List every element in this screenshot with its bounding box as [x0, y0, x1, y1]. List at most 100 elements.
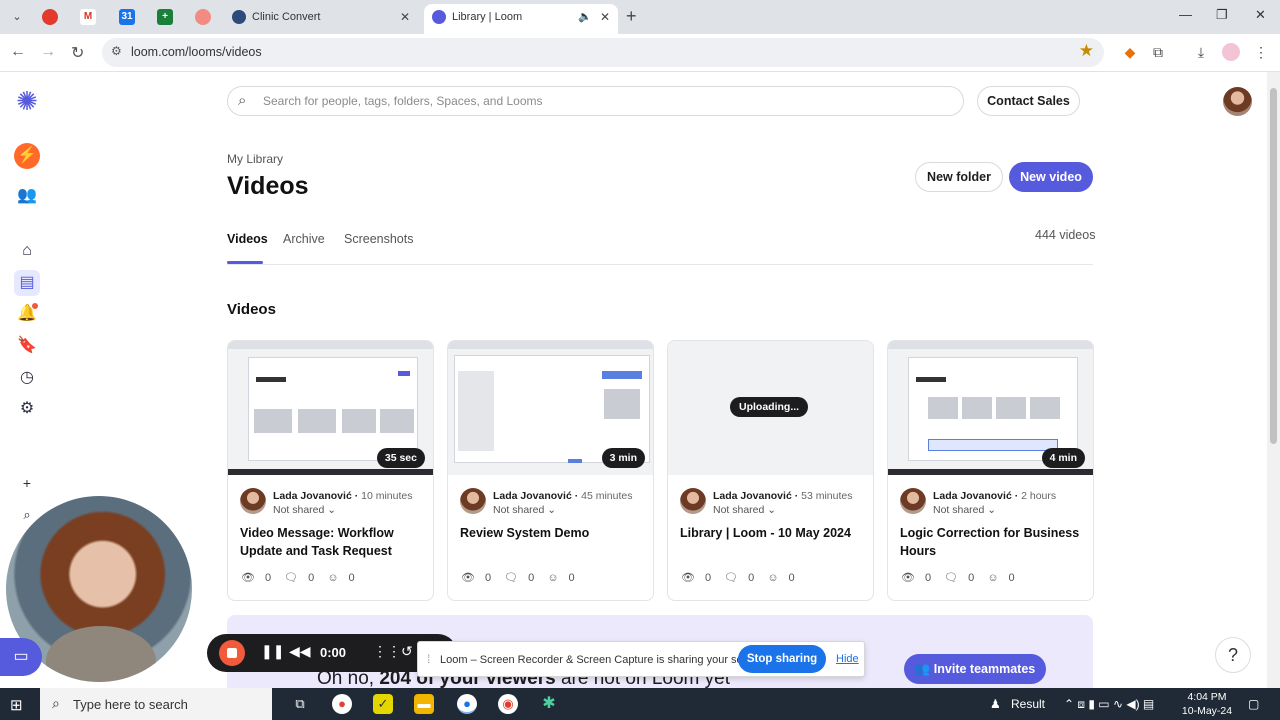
video-count: 444 videos: [1035, 228, 1096, 242]
tab-archive[interactable]: Archive: [283, 232, 325, 246]
search-input[interactable]: [263, 92, 943, 110]
duration-badge: 3 min: [601, 448, 645, 468]
user-avatar[interactable]: [1223, 87, 1252, 116]
loom-logo-icon[interactable]: ✺: [14, 88, 40, 114]
new-folder-button[interactable]: New folder: [915, 162, 1003, 192]
chrome-active-taskbar-icon[interactable]: ●: [457, 694, 477, 714]
scrollbar-thumb[interactable]: [1270, 88, 1277, 444]
new-tab-button[interactable]: +: [626, 6, 637, 27]
view-count: 0: [484, 572, 492, 584]
video-thumbnail[interactable]: Uploading...: [668, 341, 873, 475]
asana-favicon-icon[interactable]: [195, 9, 211, 25]
profile-icon[interactable]: [1222, 43, 1240, 61]
author-name: Lada Jovanović: [713, 490, 792, 502]
video-thumbnail[interactable]: 35 sec: [228, 341, 433, 475]
slack-taskbar-icon[interactable]: ✱: [539, 694, 559, 714]
stop-sharing-button[interactable]: Stop sharing: [738, 645, 826, 673]
add-icon[interactable]: +: [14, 470, 40, 496]
tray-icons[interactable]: ⌃ ⧈ ▮ ▭ ∿ ◀) ▤: [1064, 697, 1154, 712]
windows-start-icon[interactable]: ⊞: [10, 696, 23, 714]
share-status-dropdown[interactable]: Not shared ⌄: [273, 504, 336, 516]
workspace-lightning-icon[interactable]: ⚡: [14, 143, 40, 169]
calendar-favicon-icon[interactable]: 31: [119, 9, 135, 25]
windows-taskbar: ⊞ ⌕ Type here to search ⧉ ● ✓ ▬ ● ◉ ✱ ♟ …: [0, 688, 1280, 720]
video-card[interactable]: 4 min Lada Jovanović · 2 hours Not share…: [887, 340, 1094, 601]
invite-teammates-button[interactable]: 👥 Invite teammates: [904, 654, 1046, 684]
vertical-scrollbar[interactable]: [1267, 72, 1280, 688]
home-icon[interactable]: ⌂: [14, 238, 40, 264]
sheets-favicon-icon[interactable]: +: [157, 9, 173, 25]
system-clock[interactable]: 4:04 PM 10-May-24: [1180, 690, 1234, 718]
video-stats: 👁 0 🗨 0 ☺ 0: [241, 571, 365, 584]
bookmark-icon[interactable]: 🔖: [14, 333, 40, 359]
tray-app-icon[interactable]: ♟: [990, 697, 1001, 711]
video-title[interactable]: Library | Loom - 10 May 2024: [680, 524, 865, 542]
share-status-dropdown[interactable]: Not shared ⌄: [713, 504, 776, 516]
share-status-dropdown[interactable]: Not shared ⌄: [493, 504, 556, 516]
close-tab-icon[interactable]: ✕: [600, 4, 610, 30]
gmail-favicon-icon[interactable]: M: [80, 9, 96, 25]
drag-handle-icon[interactable]: ⋮⋮: [373, 643, 401, 660]
extensions-puzzle-icon[interactable]: ⧉: [1149, 43, 1167, 61]
extension-loom-icon[interactable]: ◆: [1121, 43, 1139, 61]
video-title[interactable]: Video Message: Workflow Update and Task …: [240, 524, 425, 560]
reload-icon[interactable]: ↻: [71, 43, 84, 63]
video-thumbnail[interactable]: 4 min: [888, 341, 1093, 475]
video-title[interactable]: Logic Correction for Business Hours: [900, 524, 1085, 560]
speaker-icon[interactable]: 🔈: [578, 4, 592, 30]
grip-icon[interactable]: ⁞: [427, 652, 430, 666]
chrome-menu-icon[interactable]: ⋮: [1252, 43, 1270, 61]
settings-gear-icon[interactable]: ⚙: [14, 396, 40, 422]
rewind-icon[interactable]: ◀◀: [289, 643, 311, 660]
forward-icon[interactable]: →: [40, 43, 56, 61]
video-card[interactable]: 3 min Lada Jovanović · 45 minutes Not sh…: [447, 340, 654, 601]
notifications-bell-icon[interactable]: 🔔: [14, 301, 40, 327]
opera-favicon-icon[interactable]: [42, 9, 58, 25]
file-explorer-icon[interactable]: ▬: [414, 694, 434, 714]
close-tab-icon[interactable]: ✕: [400, 4, 410, 30]
restart-icon[interactable]: ↺: [401, 643, 413, 660]
sticky-notes-icon[interactable]: ✓: [373, 694, 393, 714]
task-view-icon[interactable]: ⧉: [290, 694, 310, 714]
video-stats: 👁 0 🗨 0 ☺ 0: [901, 571, 1025, 584]
comments-icon: 🗨: [504, 572, 519, 584]
address-bar[interactable]: ⚙ loom.com/looms/videos ★: [102, 38, 1104, 67]
chevron-down-icon: ⌄: [547, 504, 557, 516]
new-video-button[interactable]: New video: [1009, 162, 1093, 192]
share-status: Not shared: [273, 504, 325, 516]
author-line: Lada Jovanović · 53 minutes: [713, 490, 853, 502]
taskbar-search[interactable]: ⌕ Type here to search: [40, 688, 272, 720]
pause-icon[interactable]: ❚❚: [261, 643, 284, 660]
video-thumbnail[interactable]: 3 min: [448, 341, 653, 475]
chrome-taskbar-icon[interactable]: ●: [332, 694, 352, 714]
tab-search-icon[interactable]: ⌄: [8, 9, 26, 25]
breadcrumb[interactable]: My Library: [227, 152, 283, 166]
camera-toggle-icon[interactable]: ▭: [0, 638, 42, 676]
tab-library-loom[interactable]: Library | Loom 🔈 ✕: [424, 4, 618, 34]
video-title[interactable]: Review System Demo: [460, 524, 645, 542]
share-status-dropdown[interactable]: Not shared ⌄: [933, 504, 996, 516]
video-card[interactable]: 35 sec Lada Jovanović · 10 minutes Not s…: [227, 340, 434, 601]
notifications-icon[interactable]: ▢: [1248, 697, 1259, 711]
history-clock-icon[interactable]: ◷: [14, 365, 40, 391]
tab-clinic-convert[interactable]: Clinic Convert ✕: [224, 4, 418, 34]
members-icon[interactable]: 👥: [14, 183, 40, 209]
video-card[interactable]: Uploading... Lada Jovanović · 53 minutes…: [667, 340, 874, 601]
contact-sales-button[interactable]: Contact Sales: [977, 86, 1080, 116]
chevron-down-icon: ⌄: [767, 504, 777, 516]
help-icon[interactable]: ?: [1215, 637, 1251, 673]
site-info-icon[interactable]: ⚙: [111, 44, 122, 58]
back-icon[interactable]: ←: [10, 43, 26, 61]
download-icon[interactable]: ⤓: [1192, 43, 1210, 61]
tray-result-label[interactable]: Result: [1011, 697, 1045, 711]
tab-videos[interactable]: Videos: [227, 232, 268, 246]
tab-screenshots[interactable]: Screenshots: [344, 232, 413, 246]
close-window-icon[interactable]: ✕: [1255, 7, 1266, 23]
bookmark-star-icon[interactable]: ★: [1079, 41, 1094, 61]
stop-recording-button[interactable]: [219, 640, 245, 666]
minimize-icon[interactable]: —: [1179, 7, 1192, 22]
library-icon[interactable]: ▤: [14, 270, 40, 296]
hide-link[interactable]: Hide: [836, 653, 859, 665]
maximize-icon[interactable]: ❐: [1216, 7, 1228, 23]
opera-taskbar-icon[interactable]: ◉: [498, 694, 518, 714]
